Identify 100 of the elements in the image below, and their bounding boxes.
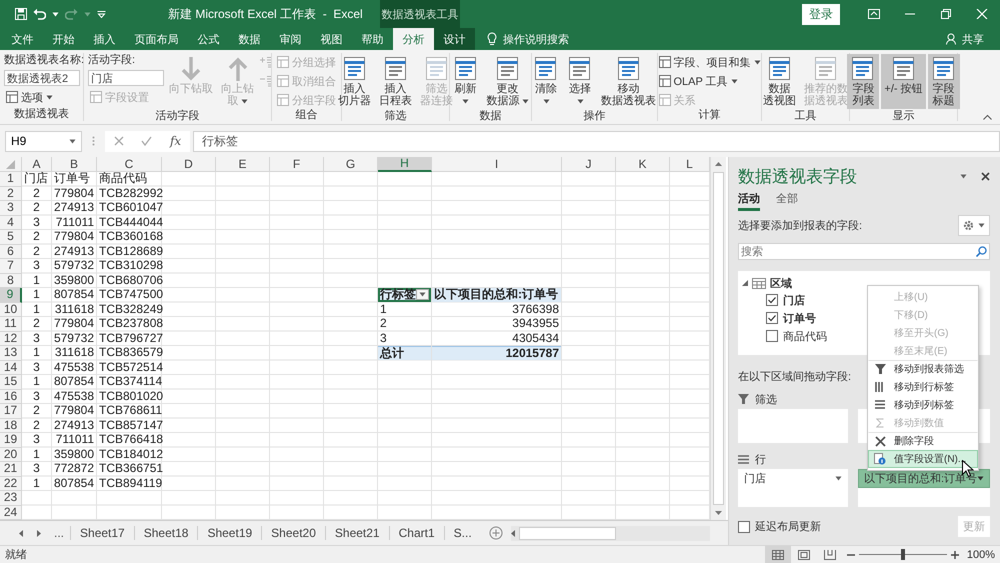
sheet-tab[interactable]: Chart1	[388, 526, 444, 540]
panel-tab[interactable]: 全部	[776, 191, 798, 211]
column-header[interactable]: L	[670, 157, 710, 172]
row-header[interactable]: 13	[0, 346, 22, 360]
menu-item[interactable]: 移动到报表筛选	[868, 360, 978, 378]
column-header[interactable]: B	[52, 157, 97, 172]
row-header[interactable]: 9	[0, 288, 22, 302]
tools-button[interactable]	[958, 214, 990, 236]
row-header[interactable]: 1	[0, 172, 22, 186]
row-header[interactable]: 15	[0, 375, 22, 390]
sheet-tab[interactable]: Sheet17	[70, 526, 134, 540]
collapse-ribbon-icon[interactable]	[983, 114, 992, 120]
row-header[interactable]: 21	[0, 462, 22, 476]
more-sheets-button[interactable]: ...	[54, 526, 64, 540]
close-icon[interactable]	[976, 9, 988, 19]
ribbon-button[interactable]: 字段 列表	[847, 54, 880, 109]
checkbox[interactable]	[766, 294, 778, 306]
slider-thumb[interactable]	[900, 549, 905, 560]
column-header[interactable]: J	[562, 157, 616, 172]
drag-handle-icon[interactable]	[92, 136, 95, 146]
ribbon-button[interactable]: 移动 数据透视表	[598, 54, 659, 109]
ribbon-button[interactable]: 选择	[564, 54, 596, 109]
row-header[interactable]: 4	[0, 216, 22, 230]
filter-dropdown-button[interactable]	[416, 289, 429, 300]
row-header[interactable]: 11	[0, 317, 22, 332]
row-header[interactable]: 23	[0, 491, 22, 506]
ribbon-tab[interactable]: 页面布局	[125, 28, 188, 50]
search-field[interactable]: 搜索	[738, 243, 990, 260]
sheet-tab[interactable]: Sheet21	[324, 526, 389, 540]
column-header[interactable]: H	[378, 157, 432, 172]
save-icon[interactable]	[15, 8, 27, 20]
ribbon-tab[interactable]: 文件	[2, 28, 43, 50]
ribbon-button[interactable]: 插入 日程表	[376, 54, 415, 109]
ribbon-tab[interactable]: 帮助	[352, 28, 393, 50]
close-button[interactable]	[981, 172, 990, 180]
ribbon-button[interactable]: 插入 切片器	[335, 54, 374, 109]
checkbox[interactable]	[738, 520, 750, 532]
row-header[interactable]: 14	[0, 360, 22, 375]
row-header[interactable]: 17	[0, 404, 22, 418]
row-header[interactable]: 2	[0, 186, 22, 201]
scrollbar-thumb[interactable]	[713, 172, 724, 506]
ribbon-tab[interactable]: 公式	[188, 28, 229, 50]
horizontal-scrollbar[interactable]	[510, 526, 710, 541]
zoom-slider[interactable]	[858, 549, 947, 560]
sheet-tab[interactable]: Sheet20	[261, 526, 325, 540]
row-header[interactable]: 24	[0, 506, 22, 520]
column-header[interactable]: E	[216, 157, 270, 172]
row-header[interactable]: 18	[0, 418, 22, 433]
row-header[interactable]: 12	[0, 332, 22, 346]
ribbon-tab[interactable]: 设计	[434, 28, 475, 50]
ribbon-tab[interactable]: 分析	[393, 28, 434, 50]
row-header[interactable]: 6	[0, 244, 22, 259]
ribbon-tab[interactable]: 视图	[311, 28, 352, 50]
row-header[interactable]: 22	[0, 476, 22, 491]
menu-item[interactable]: 移动到行标签	[868, 378, 978, 396]
text-field[interactable]: 门店	[88, 70, 164, 86]
check-icon[interactable]	[141, 136, 152, 146]
row-header[interactable]: 3	[0, 201, 22, 216]
sign-in-button[interactable]: 登录	[802, 4, 840, 24]
sheet-tab[interactable]: Sheet19	[197, 526, 262, 540]
ribbon-tab[interactable]: 数据	[229, 28, 270, 50]
insert-function-button[interactable]: fx	[170, 134, 182, 148]
row-header[interactable]: 8	[0, 274, 22, 288]
menu-item[interactable]: 值字段设置(N)...	[868, 450, 978, 468]
panel-tab[interactable]: 活动	[738, 191, 760, 211]
text-field[interactable]: 数据透视表2	[4, 70, 80, 86]
customize-icon[interactable]	[97, 10, 106, 18]
row-header[interactable]: 19	[0, 433, 22, 448]
sheet-tab[interactable]: S...	[444, 526, 481, 540]
ribbon-button[interactable]: 字段 标题	[928, 54, 960, 109]
panel-options-button[interactable]	[960, 174, 967, 178]
column-header[interactable]: A	[22, 157, 52, 172]
menu-item[interactable]: 移动到列标签	[868, 396, 978, 414]
add-sheet-icon[interactable]	[488, 526, 503, 540]
drop-area[interactable]: 门店	[738, 469, 848, 507]
ribbon-tab[interactable]: 插入	[84, 28, 125, 50]
checkbox[interactable]	[766, 330, 778, 342]
ribbon-button[interactable]: 字段、项目和集	[656, 54, 762, 70]
ribbon-tab[interactable]: 开始	[43, 28, 84, 50]
expand-toggle-icon[interactable]	[742, 280, 748, 286]
search-icon[interactable]	[976, 246, 987, 257]
share-button[interactable]: 共享	[962, 32, 984, 46]
row-header[interactable]: 10	[0, 302, 22, 317]
view-button[interactable]	[764, 546, 791, 563]
column-header[interactable]: F	[270, 157, 324, 172]
column-header[interactable]: G	[324, 157, 378, 172]
ribbon-tab[interactable]: 审阅	[270, 28, 311, 50]
undo-icon[interactable]	[33, 8, 46, 20]
column-header[interactable]: I	[432, 157, 562, 172]
row-header[interactable]: 5	[0, 230, 22, 244]
scrollbar-thumb[interactable]	[518, 526, 616, 540]
sheet-tab[interactable]: Sheet18	[134, 526, 198, 540]
column-header[interactable]: K	[616, 157, 670, 172]
checkbox[interactable]	[766, 312, 778, 324]
formula-field[interactable]: 行标签	[193, 130, 1000, 152]
ribbon-button[interactable]: 清除	[530, 54, 562, 109]
column-header[interactable]: D	[162, 157, 216, 172]
ribbon-button[interactable]: 更改 数据源	[484, 54, 532, 109]
row-header[interactable]: 20	[0, 448, 22, 462]
pivot-header-cell[interactable]: 行标签	[378, 288, 431, 302]
